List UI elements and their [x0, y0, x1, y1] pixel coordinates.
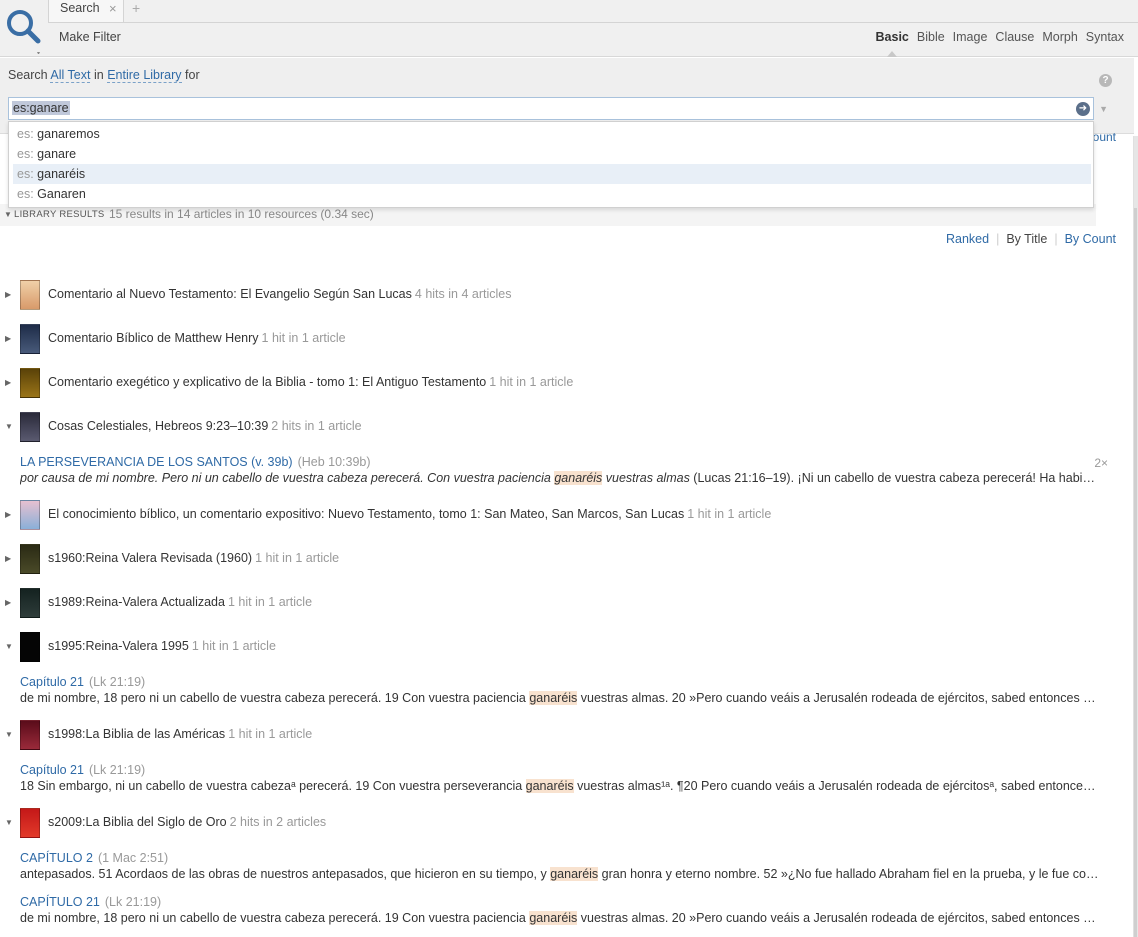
- mode-morph[interactable]: Morph: [1042, 30, 1077, 44]
- hit-heading-link[interactable]: CAPÍTULO 2: [20, 851, 93, 865]
- hit-snippet[interactable]: de mi nombre, 18 pero ni un cabello de v…: [20, 691, 1100, 705]
- in-label: in: [93, 68, 104, 82]
- book-cover: [20, 280, 40, 310]
- suggestion-item[interactable]: es: Ganaren: [13, 184, 1091, 204]
- search-prefix: Search: [8, 68, 48, 82]
- hit-reference: (Lk 21:19): [88, 675, 146, 689]
- hit-snippet[interactable]: 18 Sin embargo, ni un cabello de vuestra…: [20, 779, 1100, 793]
- tab-bar: Search × + Make Filter Basic Bible Image…: [0, 0, 1138, 57]
- mode-syntax[interactable]: Syntax: [1086, 30, 1124, 44]
- collapse-icon[interactable]: ▼: [5, 818, 13, 827]
- book-cover: [20, 324, 40, 354]
- book-cover: [20, 632, 40, 662]
- expand-icon[interactable]: ▶: [5, 378, 11, 387]
- hit-title: LA PERSEVERANCIA DE LOS SANTOS (v. 39b) (…: [20, 455, 371, 469]
- resource-title: Comentario al Nuevo Testamento: El Evang…: [48, 287, 512, 301]
- resource-title: s1960:Reina Valera Revisada (1960) 1 hit …: [48, 551, 340, 565]
- hit-reference: (1 Mac 2:51): [97, 851, 169, 865]
- sort-options: Ranked | By Title | By Count: [946, 232, 1116, 246]
- resource-title: Cosas Celestiales, Hebreos 9:23–10:39 2 h…: [48, 419, 362, 433]
- match-highlight: ganaréis: [550, 867, 599, 881]
- hit-count: 2×: [1094, 456, 1108, 470]
- for-label: for: [185, 68, 200, 82]
- hit-reference: (Lk 21:19): [88, 763, 146, 777]
- expand-icon[interactable]: ▶: [5, 290, 11, 299]
- resource-title: Comentario exegético y explicativo de la…: [48, 375, 574, 389]
- magnifier-logo-icon[interactable]: [4, 6, 46, 55]
- search-query: es:ganare: [12, 101, 70, 115]
- mode-clause[interactable]: Clause: [995, 30, 1034, 44]
- book-cover: [20, 368, 40, 398]
- hit-heading-link[interactable]: Capítulo 21: [20, 763, 84, 777]
- history-dropdown-icon[interactable]: ▼: [1099, 104, 1108, 114]
- resource-title: s1989:Reina-Valera Actualizada 1 hit in 1…: [48, 595, 313, 609]
- book-cover: [20, 412, 40, 442]
- collapse-icon[interactable]: ▼: [5, 642, 13, 651]
- mode-basic[interactable]: Basic: [876, 30, 909, 57]
- collapse-icon[interactable]: ▼: [4, 210, 12, 219]
- sort-by-count[interactable]: By Count: [1065, 232, 1116, 246]
- collapse-icon[interactable]: ▼: [5, 730, 13, 739]
- tab-search[interactable]: Search ×: [48, 0, 124, 22]
- search-mode-tabs: Basic Bible Image Clause Morph Syntax: [876, 30, 1124, 57]
- hit-snippet[interactable]: de mi nombre, 18 pero ni un cabello de v…: [20, 911, 1100, 925]
- resource-title: Comentario Bíblico de Matthew Henry 1 hit…: [48, 331, 346, 345]
- hit-heading-link[interactable]: Capítulo 21: [20, 675, 84, 689]
- go-arrow-icon[interactable]: ➜: [1076, 102, 1090, 116]
- hit-reference: (Heb 10:39b): [297, 455, 371, 469]
- help-icon[interactable]: ?: [1099, 74, 1112, 87]
- results-summary: 15 results in 14 articles in 10 resource…: [109, 207, 374, 221]
- results-title: Library Results: [14, 209, 105, 220]
- autocomplete-list: es: ganaremos es: ganare es: ganaréis es…: [8, 121, 1094, 208]
- search-window: Search × + Make Filter Basic Bible Image…: [0, 0, 1138, 937]
- hit-title: CAPÍTULO 2 (1 Mac 2:51): [20, 851, 168, 865]
- scope-selector[interactable]: All Text: [50, 68, 91, 83]
- suggestion-item-selected[interactable]: es: ganaréis: [13, 164, 1091, 184]
- scrollbar-thumb[interactable]: [1134, 208, 1137, 937]
- hit-heading-link[interactable]: LA PERSEVERANCIA DE LOS SANTOS (v. 39b): [20, 455, 293, 469]
- hit-title: Capítulo 21 (Lk 21:19): [20, 763, 145, 777]
- resource-title: s2009:La Biblia del Siglo de Oro 2 hits i…: [48, 815, 327, 829]
- sort-ranked[interactable]: Ranked: [946, 232, 989, 246]
- tab-divider: [48, 22, 1138, 23]
- suggestion-item[interactable]: es: ganaremos: [13, 124, 1091, 144]
- book-cover: [20, 808, 40, 838]
- book-cover: [20, 720, 40, 750]
- hit-reference: (Lk 21:19): [104, 895, 162, 909]
- collapse-icon[interactable]: ▼: [5, 422, 13, 431]
- hit-title: Capítulo 21 (Lk 21:19): [20, 675, 145, 689]
- match-highlight: ganaréis: [525, 779, 574, 793]
- expand-icon[interactable]: ▶: [5, 554, 11, 563]
- match-highlight: ganaréis: [529, 691, 578, 705]
- sort-by-title[interactable]: By Title: [1006, 232, 1047, 246]
- add-tab-icon[interactable]: +: [132, 0, 140, 16]
- search-scope-line: Search All Text in Entire Library for: [8, 68, 200, 83]
- library-selector[interactable]: Entire Library: [107, 68, 182, 83]
- hit-snippet[interactable]: por causa de mi nombre. Pero ni un cabel…: [20, 471, 1100, 485]
- expand-icon[interactable]: ▶: [5, 598, 11, 607]
- close-icon[interactable]: ×: [109, 1, 117, 16]
- book-cover: [20, 588, 40, 618]
- search-input[interactable]: es:ganare ➜: [8, 97, 1094, 120]
- expand-icon[interactable]: ▶: [5, 510, 11, 519]
- suggestion-item[interactable]: es: ganare: [13, 144, 1091, 164]
- make-filter-button[interactable]: Make Filter: [59, 30, 121, 44]
- divider: |: [996, 232, 1000, 246]
- by-count-link-partial[interactable]: ount: [1093, 130, 1116, 144]
- book-cover: [20, 544, 40, 574]
- tab-label: Search: [60, 1, 100, 15]
- resource-title: El conocimiento bíblico, un comentario e…: [48, 507, 772, 521]
- mode-bible[interactable]: Bible: [917, 30, 945, 44]
- mode-image[interactable]: Image: [953, 30, 988, 44]
- hit-heading-link[interactable]: CAPÍTULO 21: [20, 895, 100, 909]
- resource-title: s1995:Reina-Valera 1995 1 hit in 1 articl…: [48, 639, 276, 653]
- divider: |: [1054, 232, 1058, 246]
- resource-title: s1998:La Biblia de las Américas 1 hit in …: [48, 727, 313, 741]
- match-highlight: ganaréis: [529, 911, 578, 925]
- expand-icon[interactable]: ▶: [5, 334, 11, 343]
- book-cover: [20, 500, 40, 530]
- hit-snippet[interactable]: antepasados. 51 Acordaos de las obras de…: [20, 867, 1100, 881]
- hit-title: CAPÍTULO 21 (Lk 21:19): [20, 895, 161, 909]
- match-highlight: ganaréis: [554, 471, 603, 485]
